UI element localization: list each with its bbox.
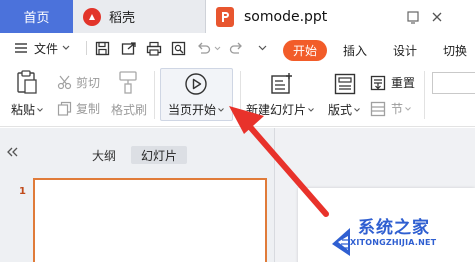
save-icon[interactable] [95, 33, 110, 63]
undo-icon[interactable] [196, 33, 211, 63]
new-slide-label: 新建幻灯片 [246, 103, 307, 117]
section-button[interactable]: 节 [370, 100, 411, 117]
tab-document[interactable]: somode.ppt [206, 0, 475, 33]
slide-number: 1 [19, 186, 26, 197]
title-bar: 首页 稻壳 somode.ppt [0, 0, 475, 33]
chevron-down-icon [405, 106, 411, 111]
tab-document-label: somode.ppt [244, 8, 328, 25]
paste-icon[interactable] [16, 70, 38, 94]
play-from-current-label: 当页开始 [168, 103, 217, 117]
tab-design[interactable]: 设计 [393, 40, 417, 61]
file-menu[interactable]: 文件 [34, 33, 70, 63]
ribbon [0, 63, 475, 127]
chevron-down-icon [37, 107, 43, 112]
tab-home[interactable]: 首页 [0, 0, 73, 33]
chevron-down-icon [354, 107, 360, 112]
menu-separator [86, 41, 87, 55]
section-icon [370, 101, 386, 116]
font-name-input[interactable] [432, 72, 475, 94]
watermark-url: XITONGZHIJIA.NET [350, 238, 437, 247]
print-icon[interactable] [146, 33, 162, 63]
collapse-pane-icon[interactable] [6, 146, 18, 161]
chevron-down-icon [62, 45, 70, 50]
quick-access-dropdown-icon[interactable] [258, 33, 267, 63]
play-icon[interactable] [184, 72, 208, 96]
format-painter-icon[interactable] [118, 70, 138, 94]
tab-slides[interactable]: 幻灯片 [131, 146, 187, 164]
paste-label: 粘贴 [11, 103, 36, 117]
watermark-name: 系统之家 [358, 218, 430, 238]
tab-insert-label: 插入 [343, 44, 368, 58]
daoke-logo-icon [83, 7, 101, 26]
new-slide-icon[interactable] [270, 72, 294, 96]
copy-label: 复制 [76, 102, 101, 116]
slide-thumbnail[interactable] [33, 178, 267, 262]
print-preview-icon[interactable] [171, 33, 187, 63]
tab-transition-label: 切换 [443, 44, 468, 58]
tab-transition[interactable]: 切换 [443, 40, 467, 61]
reset-label: 重置 [391, 76, 416, 90]
hamburger-menu-icon[interactable] [14, 33, 28, 63]
tab-design-label: 设计 [393, 44, 418, 58]
tab-insert[interactable]: 插入 [343, 40, 367, 61]
ppt-file-icon [216, 6, 234, 27]
tab-start-label: 开始 [292, 44, 317, 58]
cut-button[interactable]: 剪切 [57, 74, 100, 91]
scissors-icon [57, 75, 72, 90]
ribbon-separator [240, 71, 241, 119]
file-menu-label: 文件 [34, 41, 59, 56]
tab-daoke[interactable]: 稻壳 [73, 0, 206, 33]
layout-icon[interactable] [334, 73, 356, 95]
format-painter-label: 格式刷 [111, 103, 148, 117]
redo-icon[interactable] [229, 33, 244, 63]
tab-daoke-label: 稻壳 [109, 11, 136, 26]
section-label: 节 [391, 102, 404, 116]
ribbon-separator [424, 71, 425, 119]
undo-dropdown-icon[interactable] [214, 33, 221, 63]
cut-label: 剪切 [76, 76, 101, 90]
chevron-down-icon [308, 107, 314, 112]
copy-button[interactable]: 复制 [57, 100, 100, 117]
reset-button[interactable]: 重置 [370, 74, 415, 91]
format-painter-button[interactable]: 格式刷 [111, 101, 147, 118]
new-slide-button[interactable]: 新建幻灯片 [246, 101, 314, 118]
chevron-down-icon [218, 107, 224, 112]
layout-label: 版式 [328, 103, 353, 117]
reset-icon [370, 75, 386, 90]
tab-home-label: 首页 [23, 11, 50, 26]
paste-button[interactable]: 粘贴 [11, 101, 43, 118]
close-tab-icon[interactable] [428, 8, 446, 26]
window-mode-icon[interactable] [404, 8, 422, 26]
tab-slides-label: 幻灯片 [140, 148, 177, 163]
tab-outline[interactable]: 大纲 [92, 146, 116, 164]
play-from-current-button[interactable]: 当页开始 [168, 101, 224, 118]
layout-button[interactable]: 版式 [328, 101, 360, 118]
copy-icon [57, 101, 72, 116]
tab-outline-label: 大纲 [92, 148, 117, 163]
export-icon[interactable] [121, 33, 137, 63]
ribbon-separator [154, 71, 155, 119]
tab-start[interactable]: 开始 [283, 40, 327, 61]
